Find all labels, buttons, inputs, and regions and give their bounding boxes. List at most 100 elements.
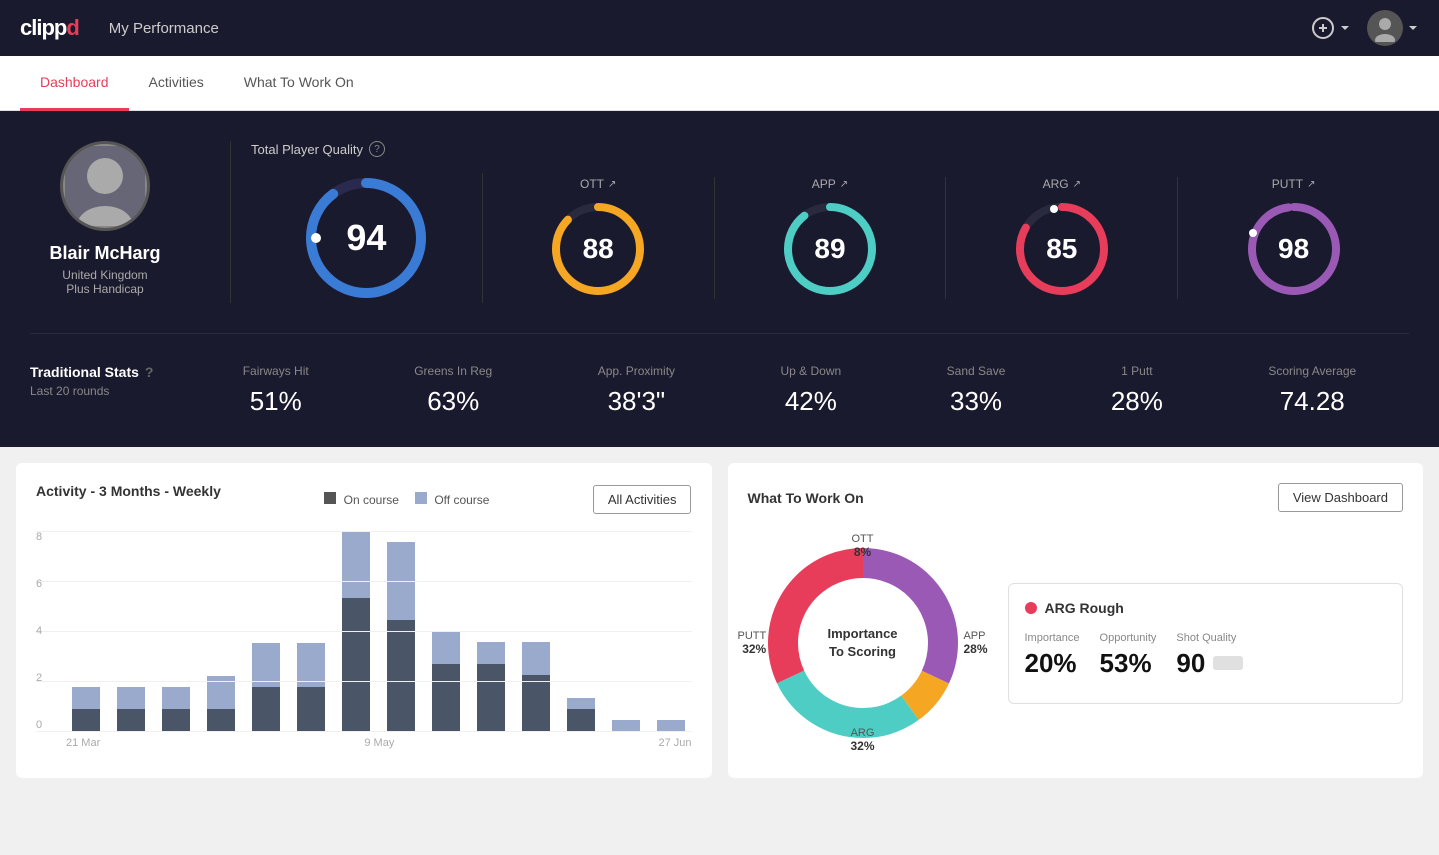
stat-1putt-value: 28% xyxy=(1111,386,1163,417)
bar-group xyxy=(111,531,151,731)
bar-off xyxy=(567,698,595,709)
gauge-circle-arg: 85 xyxy=(1012,199,1112,299)
user-menu[interactable] xyxy=(1367,10,1419,46)
chart-bars xyxy=(36,531,692,731)
all-activities-button[interactable]: All Activities xyxy=(593,485,692,514)
wtwo-metric-opportunity: Opportunity 53% xyxy=(1100,632,1157,679)
bar-group xyxy=(291,531,331,731)
stat-proximity: App. Proximity 38'3" xyxy=(598,364,675,417)
bar-off xyxy=(252,643,280,687)
stats-items: Fairways Hit 51% Greens In Reg 63% App. … xyxy=(190,364,1409,417)
donut-label-putt: PUTT 32% xyxy=(738,630,767,656)
quality-label: Total Player Quality ? xyxy=(251,141,1409,157)
quality-gauges: 94 OTT ↗ 88 xyxy=(251,173,1409,303)
gauge-arg-label: ARG ↗ xyxy=(1043,177,1081,191)
gauge-circle-app: 89 xyxy=(780,199,880,299)
player-avatar xyxy=(60,141,150,231)
chart-header: Activity - 3 Months - Weekly On course O… xyxy=(36,483,692,515)
wtwo-donut: ImportanceTo Scoring OTT 8% APP 28% ARG … xyxy=(748,528,978,758)
bar-group xyxy=(381,531,421,731)
quality-info-icon[interactable]: ? xyxy=(369,141,385,157)
gauge-ott-label: OTT ↗ xyxy=(580,177,616,191)
player-country: United Kingdom xyxy=(62,268,147,282)
legend-off-dot xyxy=(415,492,427,504)
add-button[interactable] xyxy=(1311,16,1351,40)
stat-fairways: Fairways Hit 51% xyxy=(243,364,309,417)
bar-group xyxy=(336,531,376,731)
player-info: Blair McHarg United Kingdom Plus Handica… xyxy=(30,141,210,303)
gauge-arg: ARG ↗ 85 xyxy=(946,177,1178,299)
bar-group xyxy=(561,531,601,731)
bar-off xyxy=(477,642,505,664)
gauge-total: 94 xyxy=(251,173,483,303)
bar-group xyxy=(426,531,466,731)
player-name: Blair McHarg xyxy=(49,243,160,264)
gauge-app-label: APP ↗ xyxy=(812,177,848,191)
stat-greens: Greens In Reg 63% xyxy=(414,364,492,417)
donut-center-text: ImportanceTo Scoring xyxy=(827,625,897,661)
gauge-putt: PUTT ↗ 98 xyxy=(1178,177,1409,299)
bar-on xyxy=(117,709,145,731)
chart-area: 21 Mar 9 May 27 Jun 8 6 4 2 0 xyxy=(36,531,692,751)
gauge-arg-value: 85 xyxy=(1046,233,1077,265)
wtwo-card: ARG Rough Importance 20% Opportunity 53%… xyxy=(1008,583,1404,704)
bar-off xyxy=(657,720,685,731)
bar-off xyxy=(117,687,145,709)
tab-what-to-work-on[interactable]: What To Work On xyxy=(224,56,374,111)
wtwo-content: ImportanceTo Scoring OTT 8% APP 28% ARG … xyxy=(748,528,1404,758)
bar-group xyxy=(156,531,196,731)
bar-off xyxy=(72,687,100,709)
legend-on-dot xyxy=(324,492,336,504)
wtwo-metric-importance: Importance 20% xyxy=(1025,632,1080,679)
bar-group xyxy=(471,531,511,731)
chart-x-labels: 21 Mar 9 May 27 Jun xyxy=(36,737,692,749)
gauge-ott-value: 88 xyxy=(583,233,614,265)
bar-on xyxy=(567,709,595,731)
activity-panel: Activity - 3 Months - Weekly On course O… xyxy=(16,463,712,778)
bar-on xyxy=(522,675,550,731)
stat-fairways-value: 51% xyxy=(250,386,302,417)
stat-sandsave-value: 33% xyxy=(950,386,1002,417)
bar-on xyxy=(432,664,460,731)
bar-on xyxy=(162,709,190,731)
stat-sandsave-label: Sand Save xyxy=(947,364,1006,378)
tab-activities[interactable]: Activities xyxy=(129,56,224,111)
stat-scoring-value: 74.28 xyxy=(1280,386,1345,417)
donut-label-ott: OTT 8% xyxy=(852,533,874,559)
tab-dashboard[interactable]: Dashboard xyxy=(20,56,129,111)
logo[interactable]: clippd xyxy=(20,15,79,41)
stat-scoring-label: Scoring Average xyxy=(1268,364,1356,378)
bar-off xyxy=(432,631,460,664)
gauge-circle-total: 94 xyxy=(301,173,431,303)
bar-on xyxy=(342,598,370,731)
stat-proximity-label: App. Proximity xyxy=(598,364,675,378)
bar-on xyxy=(477,664,505,731)
wtwo-header: What To Work On View Dashboard xyxy=(748,483,1404,512)
stats-label-title: Traditional Stats ? xyxy=(30,364,190,380)
wtwo-card-dot xyxy=(1025,602,1037,614)
gauge-circle-putt: 98 xyxy=(1244,199,1344,299)
donut-label-arg: ARG 32% xyxy=(850,727,874,753)
bar-group xyxy=(606,531,646,731)
wtwo-title: What To Work On xyxy=(748,490,864,506)
view-dashboard-button[interactable]: View Dashboard xyxy=(1278,483,1403,512)
quality-section: Total Player Quality ? 94 xyxy=(251,141,1409,303)
gauge-putt-value: 98 xyxy=(1278,233,1309,265)
stat-updown: Up & Down 42% xyxy=(781,364,842,417)
legend-off-course: Off course xyxy=(415,492,489,507)
stats-label: Traditional Stats ? Last 20 rounds xyxy=(30,364,190,398)
bar-group xyxy=(651,531,691,731)
stat-1putt: 1 Putt 28% xyxy=(1111,364,1163,417)
player-handicap: Plus Handicap xyxy=(66,282,143,296)
stat-1putt-label: 1 Putt xyxy=(1121,364,1152,378)
bar-group xyxy=(246,531,286,731)
stats-info-icon[interactable]: ? xyxy=(145,364,154,380)
nav-title: My Performance xyxy=(109,20,219,37)
top-nav: clippd My Performance xyxy=(0,0,1439,56)
bar-off xyxy=(612,720,640,731)
wtwo-metrics: Importance 20% Opportunity 53% Shot Qual… xyxy=(1025,632,1387,679)
nav-right xyxy=(1311,10,1419,46)
stat-proximity-value: 38'3" xyxy=(608,386,666,417)
avatar xyxy=(1367,10,1403,46)
bar-on xyxy=(297,687,325,731)
